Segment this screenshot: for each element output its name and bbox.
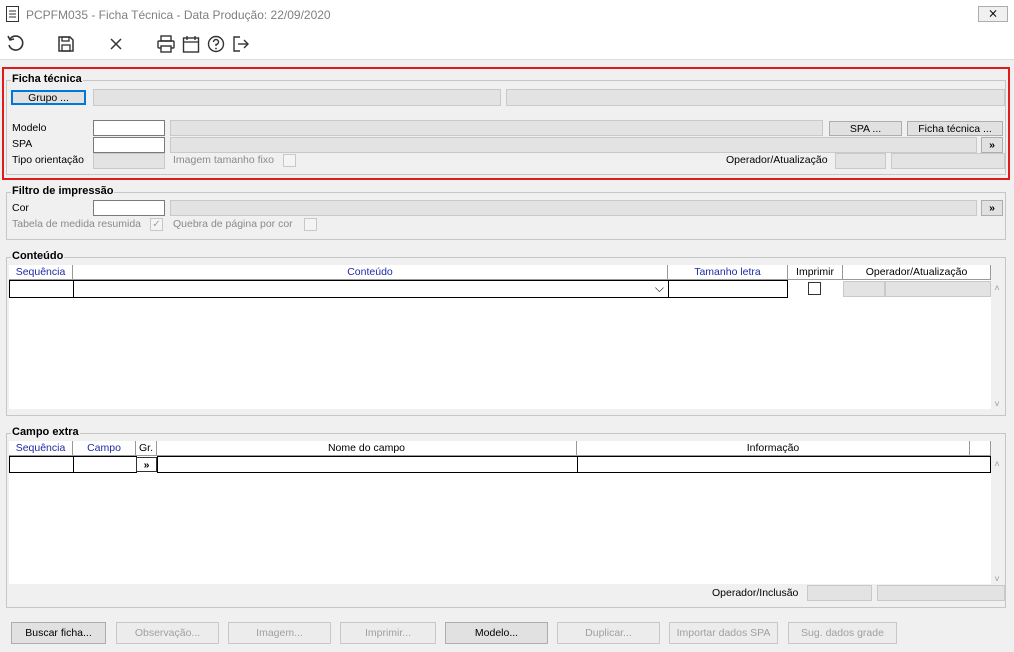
print-icon[interactable]	[156, 34, 176, 54]
inclusao-date-field	[877, 585, 1005, 601]
chevron-down-icon: ⌵	[654, 281, 664, 295]
operador-inclusao-field	[807, 585, 872, 601]
scroll-up-icon[interactable]: ˄	[991, 459, 1003, 469]
refresh-icon[interactable]	[6, 34, 26, 54]
cancel-icon[interactable]	[106, 34, 126, 54]
operador-atualizacao-label: Operador/Atualização	[726, 154, 828, 166]
grupo-button[interactable]: Grupo ...	[11, 90, 86, 105]
grid-corner	[970, 441, 991, 456]
col-informacao[interactable]: Informação	[577, 441, 970, 456]
tabela-medida-checkbox[interactable]: ✓	[150, 218, 163, 231]
col-conteudo[interactable]: Conteúdo	[73, 265, 668, 280]
tipo-orientacao-label: Tipo orientação	[12, 154, 84, 166]
ficha-tecnica-legend: Ficha técnica	[11, 73, 83, 85]
sug-dados-grade-button[interactable]: Sug. dados grade	[788, 622, 897, 644]
conteudo-scrollbar[interactable]: ˄ ˅	[991, 281, 1003, 409]
imagem-tamanho-fixo-label: Imagem tamanho fixo	[173, 154, 274, 166]
cor-input[interactable]	[93, 200, 165, 216]
buscar-ficha-button[interactable]: Buscar ficha...	[11, 622, 106, 644]
imagem-tamanho-fixo-checkbox[interactable]	[283, 154, 296, 167]
spa-label: SPA	[12, 138, 33, 150]
campo-extra-scrollbar[interactable]: ˄ ˅	[991, 457, 1003, 584]
exit-icon[interactable]	[231, 34, 251, 54]
spa-button[interactable]: SPA ...	[829, 121, 902, 136]
modelo-input[interactable]	[93, 120, 165, 136]
atualizacao-cell	[885, 281, 991, 297]
tamanho-letra-cell[interactable]	[668, 280, 788, 298]
close-button[interactable]: ⨯	[978, 6, 1008, 22]
col-gr[interactable]: Gr.	[136, 441, 157, 456]
operador-field	[835, 153, 886, 169]
col-operador-atualizacao[interactable]: Operador/Atualização	[843, 265, 991, 280]
gr-more-button[interactable]: »	[136, 457, 157, 472]
col-sequencia[interactable]: Sequência	[9, 441, 73, 456]
conteudo-select[interactable]: ⌵	[73, 280, 669, 298]
campo-extra-grid[interactable]: Sequência Campo Gr. Nome do campo Inform…	[9, 441, 991, 584]
quebra-pagina-label: Quebra de página por cor	[173, 218, 293, 230]
nome-do-campo-cell[interactable]	[157, 456, 578, 473]
conteudo-legend: Conteúdo	[11, 250, 65, 262]
scroll-down-icon[interactable]: ˅	[991, 399, 1003, 409]
imprimir-checkbox[interactable]	[808, 282, 821, 295]
informacao-cell[interactable]	[577, 456, 991, 473]
col-tamanho-letra[interactable]: Tamanho letra	[668, 265, 788, 280]
cor-label: Cor	[12, 202, 29, 214]
campo-cell[interactable]	[73, 456, 137, 473]
scroll-down-icon[interactable]: ˅	[991, 574, 1003, 584]
imprimir-button[interactable]: Imprimir...	[340, 622, 436, 644]
tabela-medida-label: Tabela de medida resumida	[12, 218, 141, 230]
operador-cell	[843, 281, 885, 297]
toolbar	[0, 28, 1014, 60]
campo-extra-legend: Campo extra	[11, 426, 80, 438]
grupo-code-field	[93, 89, 501, 106]
quebra-pagina-checkbox[interactable]	[304, 218, 317, 231]
importar-dados-spa-button[interactable]: Importar dados SPA	[669, 622, 778, 644]
scroll-up-icon[interactable]: ˄	[991, 283, 1003, 293]
save-icon[interactable]	[56, 34, 76, 54]
modelo-description-field	[170, 120, 823, 136]
col-nome-do-campo[interactable]: Nome do campo	[157, 441, 577, 456]
help-icon[interactable]	[206, 34, 226, 54]
sequencia-cell[interactable]	[9, 456, 74, 473]
calendar-icon[interactable]	[181, 34, 201, 54]
cor-more-button[interactable]: »	[981, 200, 1003, 216]
close-icon: ⨯	[987, 6, 999, 20]
ficha-tecnica-button[interactable]: Ficha técnica ...	[907, 121, 1003, 136]
duplicar-button[interactable]: Duplicar...	[557, 622, 660, 644]
observacao-button[interactable]: Observação...	[116, 622, 219, 644]
spa-more-button[interactable]: »	[981, 137, 1003, 153]
atualizacao-field	[891, 153, 1005, 169]
imagem-button[interactable]: Imagem...	[228, 622, 331, 644]
spa-input[interactable]	[93, 137, 165, 153]
col-sequencia[interactable]: Sequência	[9, 265, 73, 280]
grupo-description-field	[506, 89, 1005, 106]
cor-description-field	[170, 200, 977, 216]
modelo-button[interactable]: Modelo...	[445, 622, 548, 644]
conteudo-grid[interactable]: Sequência Conteúdo Tamanho letra Imprimi…	[9, 265, 991, 409]
col-campo[interactable]: Campo	[73, 441, 136, 456]
filtro-impressao-legend: Filtro de impressão	[11, 185, 115, 197]
title-bar: PCPFM035 - Ficha Técnica - Data Produção…	[0, 0, 1014, 28]
tipo-orientacao-field	[93, 153, 165, 169]
operador-inclusao-label: Operador/Inclusão	[712, 587, 799, 599]
modelo-label: Modelo	[12, 122, 47, 134]
spa-description-field	[170, 137, 977, 153]
window-title: PCPFM035 - Ficha Técnica - Data Produção…	[26, 8, 331, 22]
sequencia-cell[interactable]	[9, 280, 74, 298]
col-imprimir[interactable]: Imprimir	[788, 265, 843, 280]
check-icon: ✓	[152, 219, 161, 230]
document-icon	[6, 6, 19, 22]
